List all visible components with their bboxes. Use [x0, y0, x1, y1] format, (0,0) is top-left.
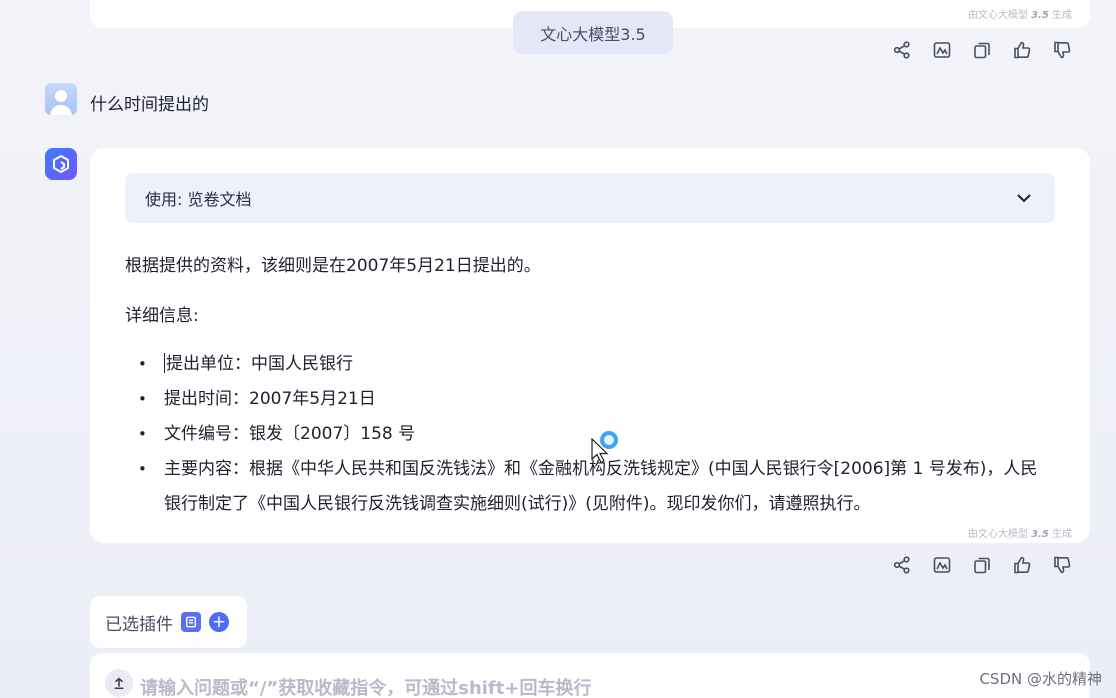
- copy-button[interactable]: [962, 551, 1002, 579]
- loading-spinner-icon: [600, 431, 618, 449]
- selected-plugins[interactable]: 已选插件 +: [90, 596, 247, 648]
- like-button[interactable]: [1002, 36, 1042, 64]
- generated-by-tag: 由文心大模型 3.5 生成: [967, 529, 1072, 540]
- generated-by-tag: 由文心大模型 3.5 生成: [967, 10, 1072, 21]
- tool-usage-label: 使用: 览卷文档: [145, 190, 252, 209]
- dislike-button[interactable]: [1042, 551, 1082, 579]
- tool-usage-bar[interactable]: 使用: 览卷文档: [125, 173, 1055, 223]
- user-message: 什么时间提出的: [90, 95, 209, 115]
- chevron-down-icon[interactable]: [1013, 187, 1035, 209]
- list-item: 提出单位：中国人民银行: [138, 347, 1038, 382]
- image-icon: [933, 42, 951, 58]
- answer-card: 使用: 览卷文档 根据提供的资料，该细则是在2007年5月21日提出的。 详细信…: [90, 148, 1090, 543]
- answer-intro: 根据提供的资料，该细则是在2007年5月21日提出的。: [125, 256, 541, 276]
- model-badge[interactable]: 文心大模型3.5: [513, 11, 673, 54]
- list-item: 文件编号：银发〔2007〕158 号: [138, 417, 1038, 452]
- thumbs-up-icon: [1014, 556, 1031, 574]
- watermark: CSDN @水的精神: [979, 670, 1102, 688]
- detail-heading: 详细信息:: [125, 306, 199, 326]
- share-button[interactable]: [882, 36, 922, 64]
- copy-icon: [974, 42, 990, 59]
- chat-window: 由文心大模型 3.5 生成 文心大模型3.5 什么时间提出的 使用: 览卷文档: [0, 0, 1116, 698]
- input-placeholder: 请输入问题或“/”获取收藏指令，可通过shift+回车换行: [140, 678, 592, 698]
- thumbs-down-icon: [1054, 556, 1071, 574]
- detail-list: 提出单位：中国人民银行 提出时间：2007年5月21日 文件编号：银发〔2007…: [138, 347, 1038, 522]
- image-icon: [933, 557, 951, 573]
- share-icon: [893, 41, 910, 59]
- copy-button[interactable]: [962, 36, 1002, 64]
- document-plugin-icon[interactable]: [181, 612, 201, 632]
- user-icon: [50, 90, 72, 115]
- dislike-button[interactable]: [1042, 36, 1082, 64]
- copy-icon: [974, 557, 990, 574]
- answer-actions-top: [882, 36, 1082, 64]
- thumbs-down-icon: [1054, 41, 1071, 59]
- image-button[interactable]: [922, 36, 962, 64]
- chat-input[interactable]: 请输入问题或“/”获取收藏指令，可通过shift+回车换行: [90, 653, 1090, 698]
- list-item: 提出时间：2007年5月21日: [138, 382, 1038, 417]
- list-item: 主要内容：根据《中华人民共和国反洗钱法》和《金融机构反洗钱规定》(中国人民银行令…: [138, 452, 1038, 522]
- upload-icon[interactable]: [105, 669, 133, 697]
- user-avatar: [45, 83, 77, 115]
- add-plugin-icon[interactable]: +: [209, 612, 229, 632]
- plugins-label: 已选插件: [105, 614, 173, 635]
- answer-actions: [882, 551, 1082, 579]
- bot-avatar: [45, 148, 77, 180]
- text-caret: [164, 353, 165, 373]
- share-icon: [893, 556, 910, 574]
- thumbs-up-icon: [1014, 41, 1031, 59]
- ernie-logo-icon: [53, 154, 69, 174]
- like-button[interactable]: [1002, 551, 1042, 579]
- share-button[interactable]: [882, 551, 922, 579]
- image-button[interactable]: [922, 551, 962, 579]
